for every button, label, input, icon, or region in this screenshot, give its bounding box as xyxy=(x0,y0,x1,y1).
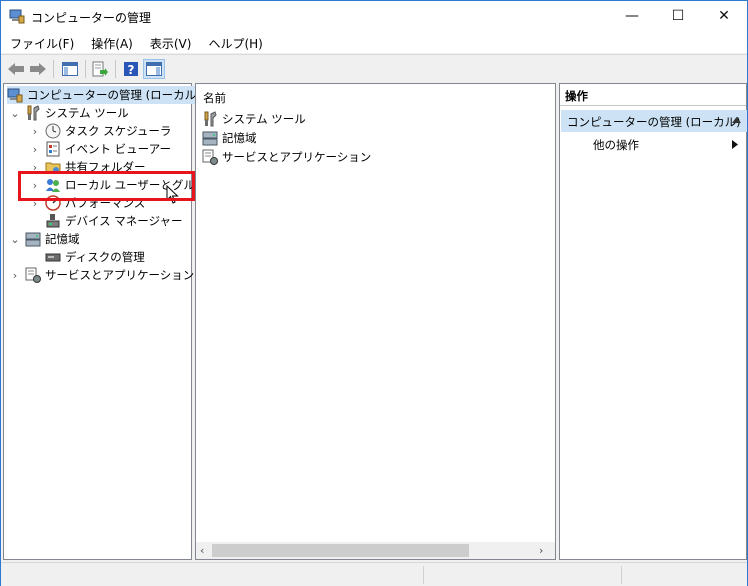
back-arrow-icon xyxy=(8,63,24,75)
chevron-right-icon[interactable]: › xyxy=(29,125,41,138)
tree-item-storage[interactable]: ⌄ 記憶域 xyxy=(9,230,80,248)
console-tree-pane: コンピューターの管理 (ローカル) ⌄ システム ツール › タスク スケジュー… xyxy=(3,83,217,560)
tree-item-label: 記憶域 xyxy=(45,232,80,246)
tree-item-label: デバイス マネージャー xyxy=(65,214,183,228)
computer-management-app-icon xyxy=(9,9,25,24)
tree-item-label: サービスとアプリケーション xyxy=(45,268,195,282)
computer-management-icon xyxy=(7,88,23,103)
system-tools-icon xyxy=(27,105,40,121)
chevron-right-icon[interactable]: › xyxy=(9,269,21,282)
more-actions-label: 他の操作 xyxy=(593,138,639,152)
tree-item-label: システム ツール xyxy=(45,106,129,120)
tree-item-services-apps[interactable]: › サービスとアプリケーション xyxy=(9,266,194,284)
list-item-label: システム ツール xyxy=(222,112,306,126)
chevron-down-icon[interactable]: ⌄ xyxy=(9,107,21,120)
disk-management-icon xyxy=(45,253,61,262)
close-button[interactable]: ✕ xyxy=(701,1,747,31)
tree-item-task-scheduler[interactable]: › タスク スケジューラ xyxy=(29,122,171,140)
list-item-label: 記憶域 xyxy=(222,131,257,145)
menu-file[interactable]: ファイル(F) xyxy=(1,31,82,53)
tree-item-disk-management[interactable]: ディスクの管理 xyxy=(45,248,145,266)
services-apps-icon xyxy=(25,267,41,283)
minimize-button[interactable]: — xyxy=(609,1,655,31)
clock-icon xyxy=(45,123,61,139)
maximize-icon: ☐ xyxy=(671,8,685,24)
chevron-right-icon[interactable]: › xyxy=(29,143,41,156)
tree-item-label: イベント ビューアー xyxy=(65,142,172,156)
toolbar: ? xyxy=(1,54,747,82)
list-item-storage[interactable]: 記憶域 xyxy=(202,129,257,147)
close-icon: ✕ xyxy=(718,8,730,24)
window-title: コンピューターの管理 xyxy=(31,11,152,25)
tree-item-event-viewer[interactable]: › イベント ビューアー xyxy=(29,140,171,158)
svg-text:?: ? xyxy=(128,63,135,77)
menu-help[interactable]: ヘルプ(H) xyxy=(199,31,270,53)
horizontal-scrollbar[interactable]: ‹ › xyxy=(196,542,555,559)
status-bar xyxy=(1,562,747,586)
title-bar: コンピューターの管理 — ☐ ✕ xyxy=(1,1,747,31)
storage-icon xyxy=(25,232,41,247)
forward-button[interactable] xyxy=(27,59,49,79)
list-item-system-tools[interactable]: システム ツール xyxy=(202,110,306,128)
menu-bar: ファイル(F) 操作(A) 表示(V) ヘルプ(H) xyxy=(1,31,747,53)
tree-item-label: コンピューターの管理 (ローカル) xyxy=(27,88,201,102)
export-list-icon xyxy=(92,61,108,77)
menu-action[interactable]: 操作(A) xyxy=(82,31,141,53)
scroll-left-icon[interactable]: ‹ xyxy=(200,544,210,557)
help-icon: ? xyxy=(124,62,138,77)
menu-view[interactable]: 表示(V) xyxy=(141,31,200,53)
maximize-button[interactable]: ☐ xyxy=(655,1,701,31)
event-viewer-icon xyxy=(46,141,60,157)
tree-item-label: ディスクの管理 xyxy=(65,250,145,264)
collapse-up-icon[interactable] xyxy=(732,117,741,123)
column-header-name[interactable]: 名前 xyxy=(203,90,226,106)
show-hide-action-pane-button[interactable] xyxy=(143,59,165,79)
device-manager-icon xyxy=(46,214,60,228)
forward-arrow-icon xyxy=(30,63,46,75)
tree-item-device-manager[interactable]: デバイス マネージャー xyxy=(45,212,183,230)
services-apps-icon xyxy=(202,149,218,165)
actions-pane-title: 操作 xyxy=(560,84,746,106)
chevron-down-icon[interactable]: ⌄ xyxy=(9,233,21,246)
show-hide-console-tree-icon xyxy=(62,62,78,76)
result-list-pane: 名前 システム ツール 記憶域 サービスとアプリケーション ‹ › xyxy=(195,83,556,560)
tree-item-system-tools[interactable]: ⌄ システム ツール xyxy=(9,104,129,122)
minimize-icon: — xyxy=(625,8,639,24)
help-button[interactable]: ? xyxy=(120,59,142,79)
tree-item-root[interactable]: コンピューターの管理 (ローカル) xyxy=(7,86,204,104)
submenu-arrow-icon xyxy=(732,140,738,149)
show-hide-tree-button[interactable] xyxy=(59,59,81,79)
list-item-services-apps[interactable]: サービスとアプリケーション xyxy=(202,148,371,166)
export-list-button[interactable] xyxy=(89,59,111,79)
storage-icon xyxy=(202,131,218,146)
actions-pane: 操作 コンピューターの管理 (ローカル) 他の操作 xyxy=(559,83,747,560)
actions-section-header[interactable]: コンピューターの管理 (ローカル) xyxy=(561,110,747,132)
show-hide-action-pane-icon xyxy=(146,62,162,76)
actions-section-label: コンピューターの管理 (ローカル) xyxy=(567,115,741,129)
computer-management-window: コンピューターの管理 — ☐ ✕ ファイル(F) 操作(A) 表示(V) ヘルプ… xyxy=(0,0,748,586)
tree-item-label: タスク スケジューラ xyxy=(65,124,172,138)
scroll-right-icon[interactable]: › xyxy=(539,544,549,557)
system-tools-icon xyxy=(204,111,217,127)
scrollbar-thumb[interactable] xyxy=(212,544,469,557)
list-item-label: サービスとアプリケーション xyxy=(222,150,372,164)
highlight-annotation-box xyxy=(18,171,195,201)
more-actions-item[interactable]: 他の操作 xyxy=(593,137,639,153)
back-button[interactable] xyxy=(5,59,27,79)
